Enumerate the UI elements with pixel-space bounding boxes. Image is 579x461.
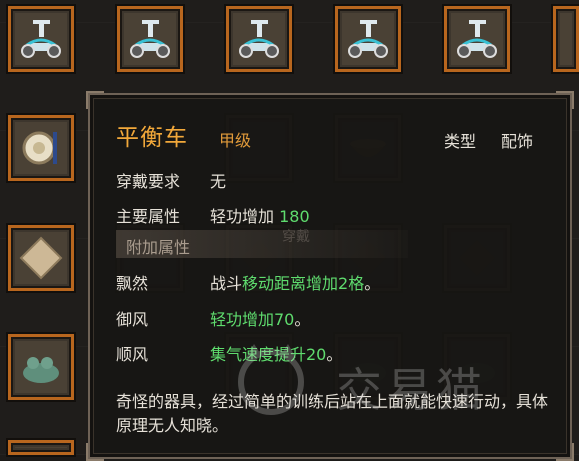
inventory-slot[interactable] (444, 6, 510, 72)
extra-attr-name: 御风 (116, 310, 149, 329)
balance-scooter-icon (239, 20, 279, 58)
balance-scooter-icon (457, 20, 497, 58)
jade-toad-icon (23, 357, 59, 383)
extra-attr-effect: 轻功增加70。 (210, 310, 311, 329)
extra-attr-name: 飘然 (116, 274, 149, 293)
ghost-text: 穿戴 (282, 229, 310, 245)
requirement-label: 穿戴要求 (116, 172, 181, 191)
main-attr-label: 主要属性 (116, 207, 181, 226)
extra-attr-header: 附加属性 (116, 230, 408, 258)
inventory-slot[interactable] (226, 6, 292, 72)
item-name: 平衡车 (116, 125, 188, 151)
inventory-slot[interactable] (335, 6, 401, 72)
balance-scooter-icon (130, 20, 170, 58)
item-type-label: 类型 (444, 132, 477, 151)
item-type-value: 配饰 (501, 132, 534, 151)
extra-attr-name: 顺风 (116, 345, 149, 364)
inventory-slot[interactable] (553, 6, 579, 72)
paper-icon (19, 236, 63, 280)
inventory-slot[interactable] (8, 6, 74, 72)
inventory-slot[interactable] (117, 6, 183, 72)
gong-icon (22, 131, 57, 165)
inventory-slot[interactable] (8, 440, 74, 455)
cat-logo-icon (238, 344, 304, 415)
main-attr-value: 轻功增加 180 (210, 207, 310, 226)
inventory-slot[interactable] (8, 115, 74, 181)
item-grade: 甲级 (219, 131, 252, 150)
inventory-slot[interactable] (8, 334, 74, 400)
requirement-value: 无 (210, 172, 227, 191)
inventory-slot[interactable] (8, 225, 74, 291)
balance-scooter-icon (348, 20, 388, 58)
watermark: 交易猫 (226, 340, 576, 420)
balance-scooter-icon (21, 20, 61, 58)
extra-attr-effect: 战斗移动距离增加2格。 (210, 274, 381, 293)
